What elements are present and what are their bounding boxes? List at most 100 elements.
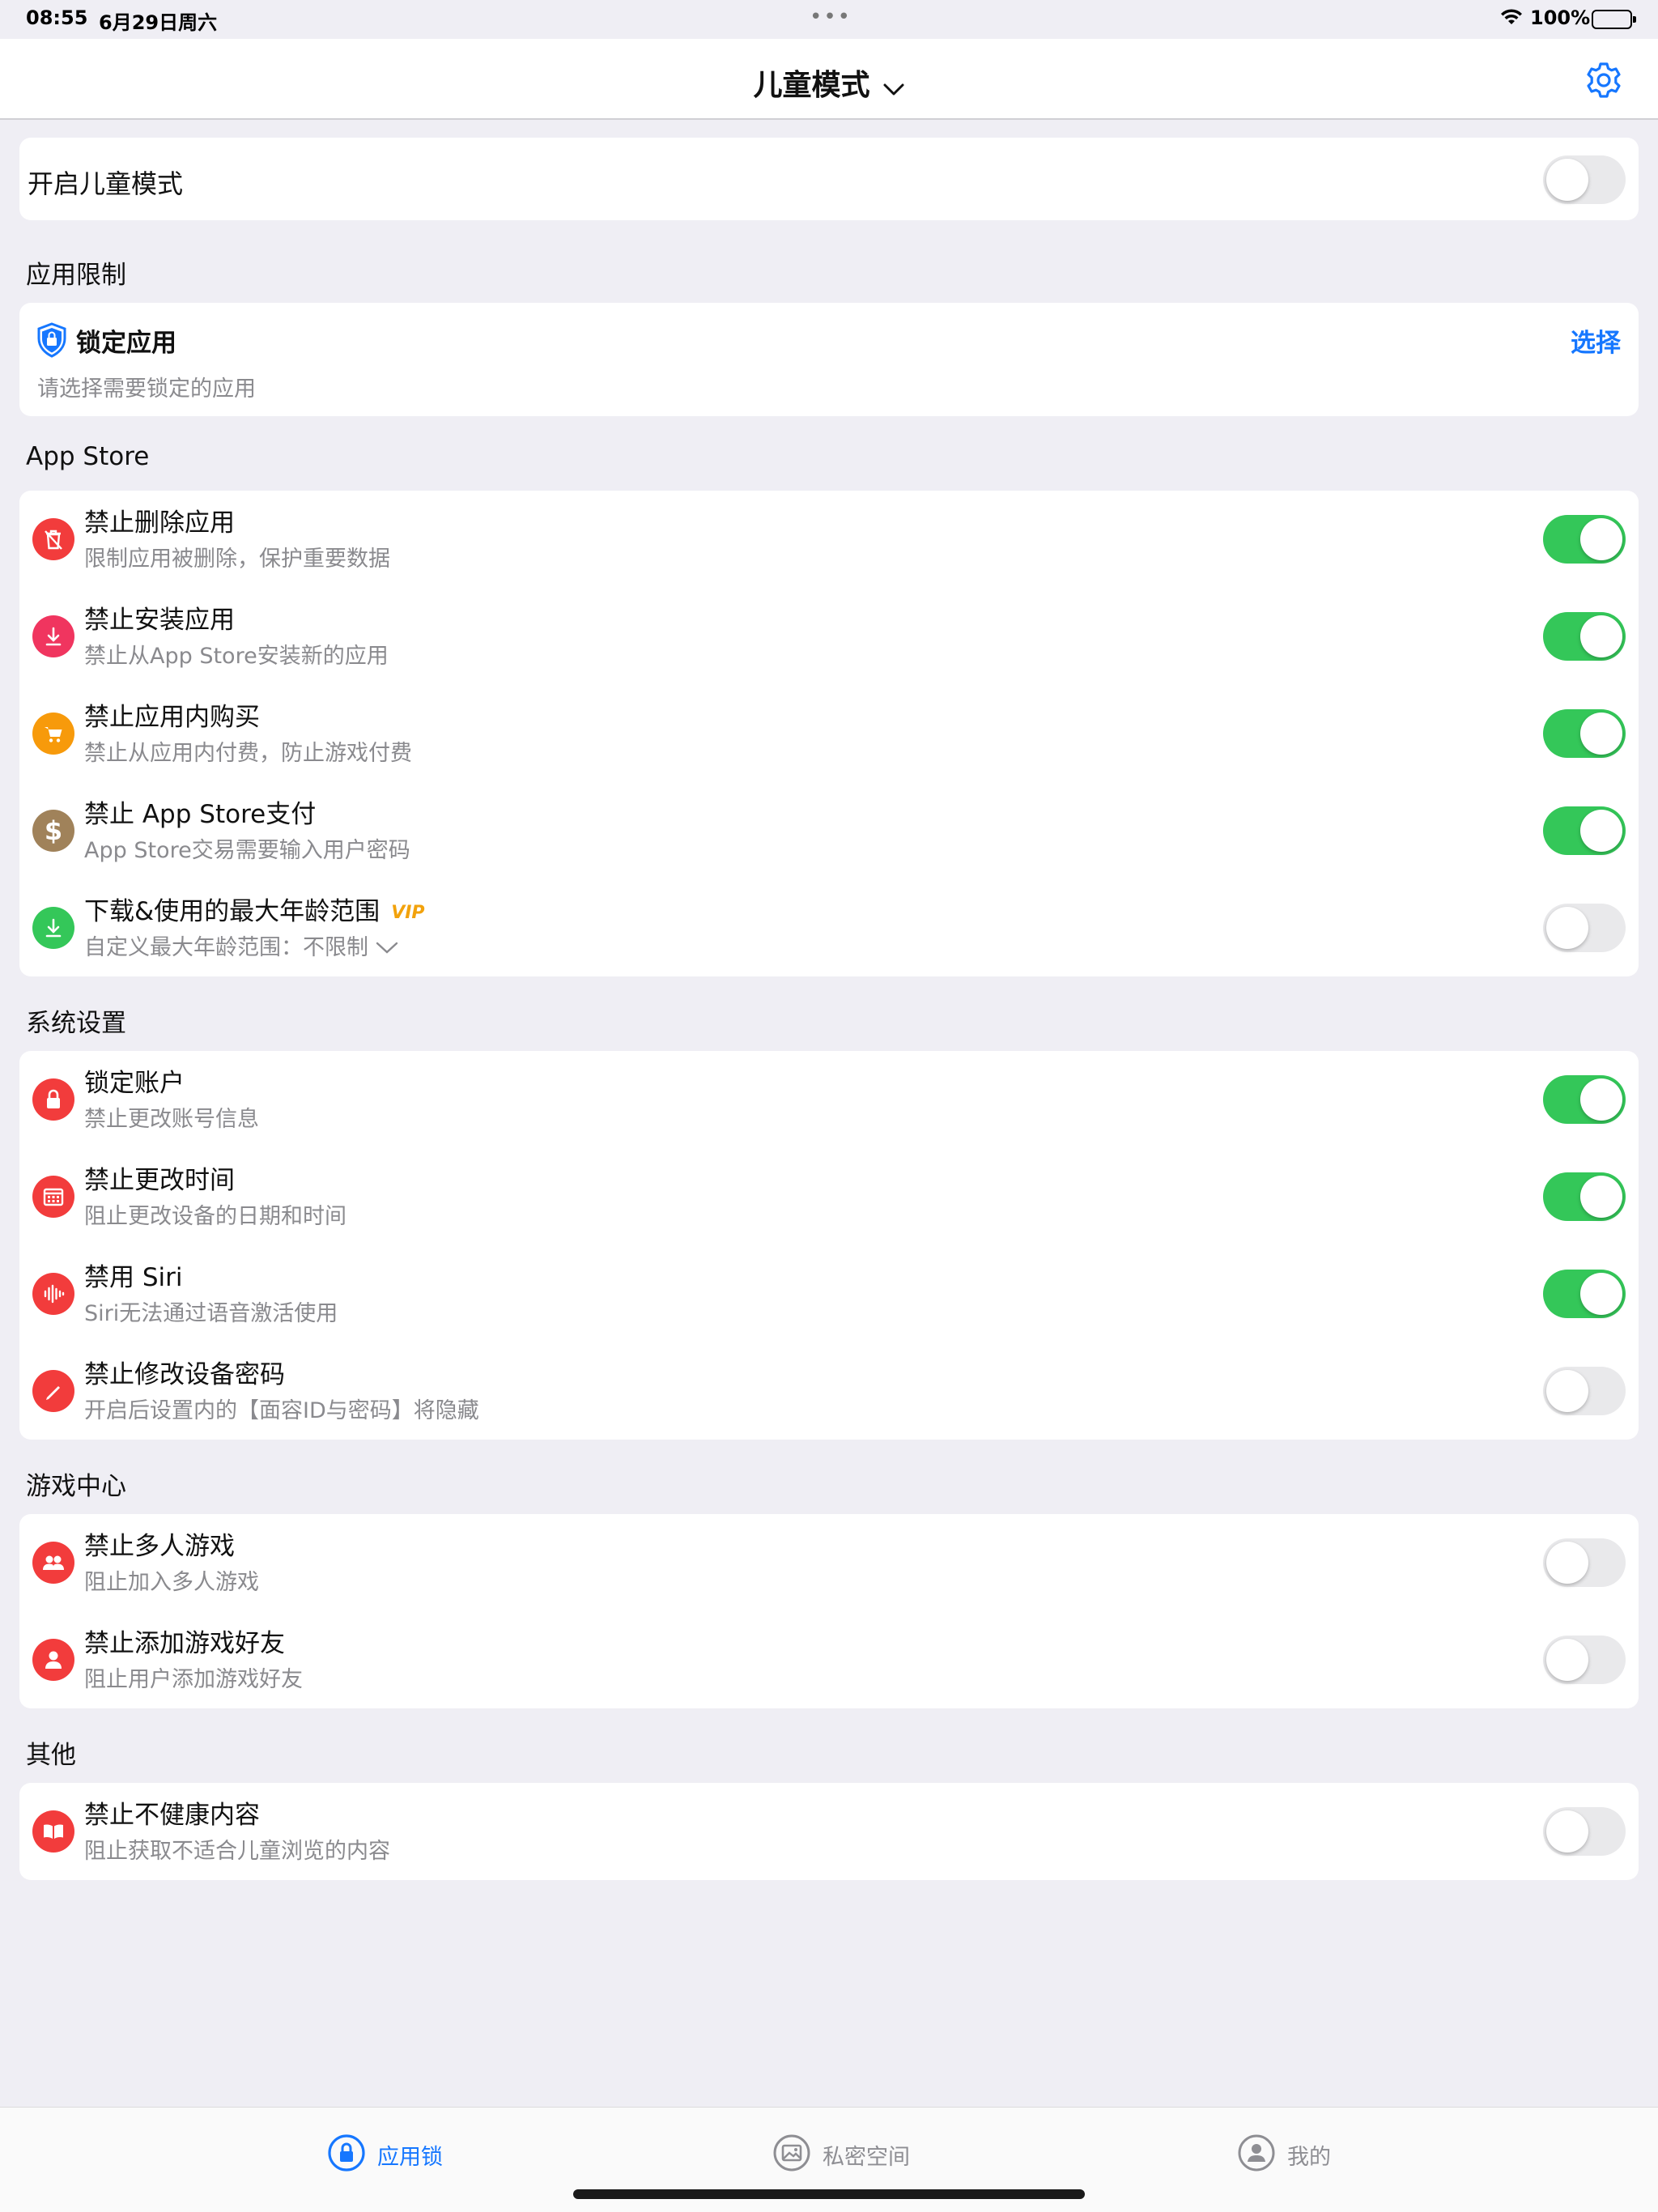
tab-private-space[interactable]: 私密空间 [772, 2132, 910, 2177]
row-subtitle: 禁止更改账号信息 [84, 1107, 259, 1132]
lock-app-card: 锁定应用 请选择需要锁定的应用 选择 [19, 303, 1639, 416]
calendar-icon [32, 1176, 74, 1218]
section-header-system-settings: 系统设置 [26, 1009, 126, 1038]
row-subtitle: App Store交易需要输入用户密码 [84, 838, 410, 863]
toggle-switch[interactable] [1543, 612, 1626, 661]
toggle-switch[interactable] [1543, 709, 1626, 758]
section-header-other: 其他 [26, 1741, 76, 1770]
section-header-app-limit: 应用限制 [26, 261, 126, 290]
download-icon [32, 615, 74, 657]
row-title: 锁定账户 [84, 1069, 185, 1098]
tab-mine[interactable]: 我的 [1237, 2132, 1331, 2177]
home-indicator[interactable] [573, 2189, 1085, 2199]
list-item: 禁止删除应用 限制应用被删除，保护重要数据 [19, 491, 1639, 588]
status-bar: 08:55 6月29日周六 ••• 100% [0, 0, 1658, 39]
child-mode-card: 开启儿童模式 [19, 138, 1639, 220]
list-item: 禁止不健康内容 阻止获取不适合儿童浏览的内容 [19, 1783, 1639, 1880]
row-subtitle: 自定义最大年龄范围：不限制 [84, 935, 368, 960]
toggle-switch[interactable] [1543, 1172, 1626, 1221]
tab-label: 应用锁 [377, 2144, 443, 2170]
battery-percent: 100% [1530, 6, 1591, 29]
row-title: 禁止不健康内容 [84, 1801, 260, 1830]
system-settings-card: 锁定账户 禁止更改账号信息 禁止更改时间 阻止更改设备的日期和时间 禁用 Sir… [19, 1051, 1639, 1440]
dollar-icon: $ [32, 810, 74, 852]
list-item: 禁止修改设备密码 开启后设置内的【面容ID与密码】将隐藏 [19, 1342, 1639, 1440]
row-title: 禁止应用内购买 [84, 703, 260, 732]
mode-switcher[interactable]: 儿童模式 [0, 62, 1658, 104]
row-title: 禁止 App Store支付 [84, 800, 317, 829]
list-item: 禁止更改时间 阻止更改设备的日期和时间 [19, 1148, 1639, 1245]
toggle-switch[interactable] [1543, 515, 1626, 564]
list-item: 禁用 Siri Siri无法通过语音激活使用 [19, 1245, 1639, 1342]
section-header-game-center: 游戏中心 [26, 1472, 126, 1501]
status-date: 6月29日周六 [99, 11, 218, 34]
row-subtitle: Siri无法通过语音激活使用 [84, 1301, 338, 1326]
toggle-switch[interactable] [1543, 1270, 1626, 1318]
row-subtitle: 阻止获取不适合儿童浏览的内容 [84, 1839, 390, 1864]
row-title: 禁止添加游戏好友 [84, 1629, 285, 1658]
list-item: 锁定账户 禁止更改账号信息 [19, 1051, 1639, 1148]
row-title: 禁止更改时间 [84, 1166, 235, 1195]
row-subtitle: 阻止加入多人游戏 [84, 1570, 259, 1595]
row-subtitle: 禁止从应用内付费，防止游戏付费 [84, 741, 412, 766]
lock-circle-icon [327, 2133, 366, 2176]
toggle-switch[interactable] [1543, 1636, 1626, 1684]
toggle-switch[interactable] [1543, 806, 1626, 855]
settings-button[interactable] [1584, 60, 1624, 100]
select-button[interactable]: 选择 [1571, 322, 1621, 359]
status-time: 08:55 [26, 6, 88, 29]
battery-icon [1592, 10, 1636, 29]
child-mode-label: 开启儿童模式 [28, 168, 184, 199]
row-subtitle: 禁止从App Store安装新的应用 [84, 644, 389, 669]
download-icon [32, 907, 74, 949]
row-subtitle: 开启后设置内的【面容ID与密码】将隐藏 [84, 1398, 479, 1423]
navigation-bar: 儿童模式 [0, 39, 1658, 120]
age-range-dropdown[interactable]: 自定义最大年龄范围：不限制 [84, 929, 399, 961]
list-item: 下载&使用的最大年龄范围 VIP 自定义最大年龄范围：不限制 [19, 879, 1639, 976]
row-title-with-badge: 下载&使用的最大年龄范围 VIP [84, 891, 425, 927]
user-circle-icon [1237, 2133, 1276, 2176]
list-item: 禁止多人游戏 阻止加入多人游戏 [19, 1514, 1639, 1611]
lock-app-title: 锁定应用 [76, 329, 176, 358]
lock-app-subtitle: 请选择需要锁定的应用 [37, 376, 256, 402]
row-title: 禁止修改设备密码 [84, 1360, 285, 1389]
list-item: 禁止安装应用 禁止从App Store安装新的应用 [19, 588, 1639, 685]
row-title: 禁止安装应用 [84, 606, 235, 635]
list-item: $ 禁止 App Store支付 App Store交易需要输入用户密码 [19, 782, 1639, 879]
list-item: 禁止应用内购买 禁止从应用内付费，防止游戏付费 [19, 685, 1639, 782]
chevron-down-icon [375, 936, 399, 961]
multitasking-dots[interactable]: ••• [810, 5, 852, 29]
vip-badge: VIP [391, 903, 425, 923]
cart-icon [32, 713, 74, 755]
tab-label: 私密空间 [823, 2144, 910, 2170]
row-subtitle: 限制应用被删除，保护重要数据 [84, 547, 390, 572]
row-title: 禁用 Siri [84, 1263, 183, 1292]
toggle-switch[interactable] [1543, 1367, 1626, 1415]
trash-icon [32, 518, 74, 560]
toggle-switch[interactable] [1543, 1538, 1626, 1587]
row-subtitle: 阻止用户添加游戏好友 [84, 1667, 303, 1692]
gear-icon [1584, 62, 1624, 104]
child-mode-toggle[interactable] [1543, 155, 1626, 204]
pencil-icon [32, 1370, 74, 1412]
toggle-switch[interactable] [1543, 1075, 1626, 1124]
section-header-app-store: App Store [26, 442, 150, 471]
app-store-card: 禁止删除应用 限制应用被删除，保护重要数据 禁止安装应用 禁止从App Stor… [19, 491, 1639, 976]
chevron-down-icon [882, 83, 905, 100]
lock-icon [32, 1078, 74, 1121]
row-title: 禁止删除应用 [84, 508, 235, 538]
row-subtitle: 阻止更改设备的日期和时间 [84, 1204, 346, 1229]
book-icon [32, 1810, 74, 1853]
photo-icon [772, 2133, 811, 2176]
toggle-switch[interactable] [1543, 904, 1626, 952]
waveform-icon [32, 1273, 74, 1315]
row-title: 下载&使用的最大年龄范围 [84, 897, 380, 926]
list-item: 禁止添加游戏好友 阻止用户添加游戏好友 [19, 1611, 1639, 1708]
toggle-switch[interactable] [1543, 1807, 1626, 1856]
game-center-card: 禁止多人游戏 阻止加入多人游戏 禁止添加游戏好友 阻止用户添加游戏好友 [19, 1514, 1639, 1708]
person-icon [32, 1639, 74, 1681]
people-icon [32, 1542, 74, 1584]
tab-label: 我的 [1287, 2144, 1331, 2170]
tab-app-lock[interactable]: 应用锁 [327, 2132, 443, 2177]
page-title: 儿童模式 [753, 69, 870, 102]
